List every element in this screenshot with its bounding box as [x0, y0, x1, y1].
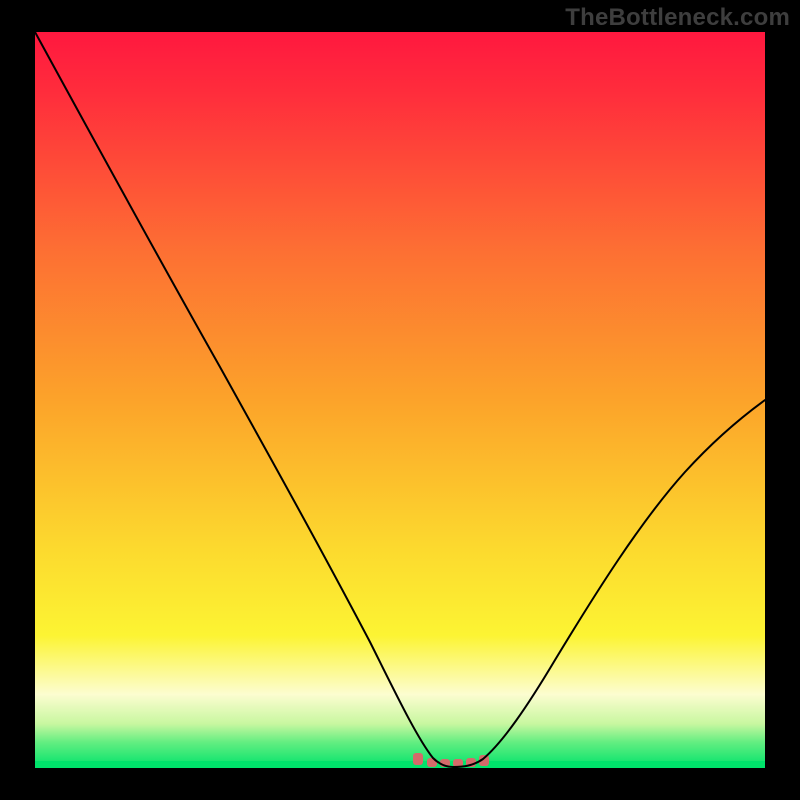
chart-svg: [35, 32, 765, 768]
chart-frame: TheBottleneck.com: [0, 0, 800, 800]
baseline-strip: [35, 761, 765, 768]
gradient-background: [35, 32, 765, 768]
watermark-text: TheBottleneck.com: [565, 4, 790, 32]
bottleneck-chart: [35, 32, 765, 768]
